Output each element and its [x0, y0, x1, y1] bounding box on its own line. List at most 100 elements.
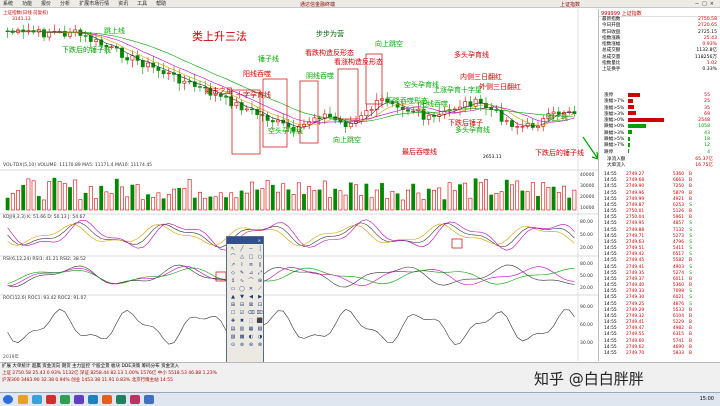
roc-axis-tick: 90.00 [580, 305, 593, 310]
drawing-tool-icon[interactable]: ⊟ [238, 302, 246, 309]
menu-item-system[interactable]: 系统 [3, 0, 13, 7]
candle-body [369, 109, 374, 111]
drawing-tool-icon[interactable]: ⊞ [229, 302, 237, 309]
drawing-tool-icon[interactable]: ▶ [256, 294, 264, 301]
volume-bar [83, 192, 88, 211]
close-icon[interactable]: × [258, 237, 263, 244]
drawing-tool-palette[interactable]: × ↖ ╱ ─ │ ⌒ △ □ ○ ↗ ⌇ ≡ ∥ ◇ ✎ ⊿ ⤢ ↕ ∿ ⌒ ⊕ ▭ ◯ ✕ ⟋ ▲ ▼ ◀ ▶ ⊞ ⊟ ⊠ ⊡ ☐ ☑ ⌫ ⌦ ✚ ✖… [226, 236, 264, 366]
drawing-tool-icon[interactable]: ▨ [229, 334, 237, 341]
drawing-tool-icon[interactable]: ✚ [229, 318, 237, 325]
app-icon[interactable] [116, 395, 126, 404]
app-icon[interactable] [102, 395, 112, 404]
menu-item-quote[interactable]: 报价 [41, 0, 51, 7]
volume-bar [42, 199, 46, 211]
drawing-tool-icon[interactable]: ✕ [247, 286, 255, 293]
volume-bar [255, 189, 260, 211]
app-icon[interactable] [46, 395, 56, 404]
menu-item-tools[interactable]: 工具 [137, 0, 147, 7]
drawing-tool-icon[interactable]: ⬚ [247, 318, 255, 325]
drawing-tool-icon[interactable]: ○ [256, 254, 264, 261]
menu-item-analysis[interactable]: 分析 [60, 0, 70, 7]
tick-list[interactable]: 14:55 2749.27 5360 B 14:55 2749.68 6663 B 14:55 2… [604, 172, 718, 357]
drawing-tool-icon[interactable]: ✖ [238, 318, 246, 325]
drawing-tool-icon[interactable]: ⌒ [229, 254, 237, 261]
drawing-tool-icon[interactable]: ↗ [229, 262, 237, 269]
drawing-tool-icon[interactable]: ▤ [229, 326, 237, 333]
drawing-tool-icon[interactable]: ▩ [238, 334, 246, 341]
candle-body [504, 120, 509, 122]
drawing-tool-icon[interactable]: ▥ [238, 326, 246, 333]
close-icon[interactable]: × [710, 1, 717, 7]
volume-bar [203, 197, 208, 211]
drawing-tool-icon[interactable]: ✎ [238, 270, 246, 277]
tick-row[interactable]: 14:55 2749.70 5833 B [604, 351, 718, 357]
volume-bar [192, 197, 197, 211]
drawing-tool-icon[interactable]: ⌫ [247, 310, 255, 317]
drawing-tool-icon[interactable]: ⬛ [256, 318, 264, 325]
drawing-tool-icon[interactable]: ↕ [229, 278, 237, 285]
maximize-icon[interactable]: □ [702, 1, 710, 7]
drawing-tool-icon[interactable]: ⌦ [256, 310, 264, 317]
menu-item-help[interactable]: 帮助 [156, 0, 166, 7]
drawing-tool-icon[interactable]: ◑ [256, 334, 264, 341]
candle-body [265, 115, 270, 121]
start-icon[interactable] [3, 395, 13, 404]
drawing-tool-icon[interactable]: ⊗ [256, 342, 264, 349]
drawing-tool-icon[interactable]: ⟋ [256, 286, 264, 293]
drawing-tool-icon[interactable]: ▭ [229, 286, 237, 293]
annotation: 跳上线 [104, 27, 125, 35]
drawing-tool-icon[interactable]: ⊙ [229, 342, 237, 349]
drawing-tool-icon[interactable]: ◀ [247, 294, 255, 301]
drawing-tool-icon[interactable]: ⊛ [247, 342, 255, 349]
window-controls[interactable]: −□× [695, 1, 717, 7]
drawing-tool-icon[interactable]: ☐ [229, 310, 237, 317]
app-icon[interactable] [88, 395, 98, 404]
app-icon[interactable] [130, 395, 140, 404]
drawing-tool-icon[interactable]: ▲ [229, 294, 237, 301]
drawing-tool-icon[interactable]: ▼ [238, 294, 246, 301]
drawing-tool-icon[interactable]: ◐ [247, 334, 255, 341]
drawing-tool-icon[interactable]: ∿ [238, 278, 246, 285]
drawing-tool-icon[interactable]: ⊕ [256, 278, 264, 285]
app-icon[interactable] [18, 395, 28, 404]
window-stock-title: 上证指数 [560, 2, 581, 8]
volume-bar [562, 185, 566, 211]
drawing-tool-icon[interactable]: ⊚ [238, 342, 246, 349]
drawing-tool-icon[interactable]: │ [256, 246, 264, 253]
volume-bar [406, 189, 410, 211]
drawing-tool-icon[interactable]: ⊿ [247, 270, 255, 277]
drawing-tool-icon[interactable]: ▧ [256, 326, 264, 333]
chart-area[interactable]: 上证指数(日线 前复权) 3141.13 2653.11 VOL-TDX(5,1… [0, 9, 599, 361]
drawing-tool-icon[interactable]: ⊠ [247, 302, 255, 309]
drawing-tool-icon[interactable]: ⌒ [247, 278, 255, 285]
drawing-tool-icon[interactable]: △ [238, 254, 246, 261]
browser-icon[interactable] [32, 395, 42, 404]
app-icon[interactable] [60, 395, 70, 404]
drawing-tool-icon[interactable]: ◯ [238, 286, 246, 293]
drawing-tool-icon[interactable]: □ [247, 254, 255, 261]
drawing-tool-icon[interactable]: ╱ [238, 246, 246, 253]
drawing-tool-icon[interactable]: ☑ [238, 310, 246, 317]
menu-item-extended[interactable]: 扩展市场行情 [79, 0, 109, 7]
drawing-tool-icon[interactable]: ◇ [229, 270, 237, 277]
minimize-icon[interactable]: − [695, 1, 702, 7]
annotation: 向上跳空 [375, 40, 403, 48]
drawing-tool-icon[interactable]: ∥ [256, 262, 264, 269]
candle-body [520, 126, 525, 128]
app-icon[interactable] [74, 395, 84, 404]
app-icon[interactable] [144, 395, 154, 404]
drawing-tool-icon[interactable]: ↖ [229, 246, 237, 253]
palette-titlebar[interactable]: × [227, 237, 263, 244]
drawing-tool-icon[interactable]: ⊡ [256, 302, 264, 309]
breadth-bar [628, 136, 631, 141]
drawing-tool-icon[interactable]: ≡ [247, 262, 255, 269]
menu-item-info[interactable]: 资讯 [118, 0, 128, 7]
drawing-tool-icon[interactable]: ▦ [247, 326, 255, 333]
volume-bar [182, 188, 187, 211]
menu-item-function[interactable]: 功能 [22, 0, 32, 7]
drawing-tool-icon[interactable]: ─ [247, 246, 255, 253]
breadth-row: 跌停 4 [604, 149, 716, 156]
kline-chart-canvas[interactable] [0, 9, 599, 361]
drawing-tool-icon[interactable]: ⌇ [238, 262, 246, 269]
drawing-tool-icon[interactable]: ⤢ [256, 270, 264, 277]
